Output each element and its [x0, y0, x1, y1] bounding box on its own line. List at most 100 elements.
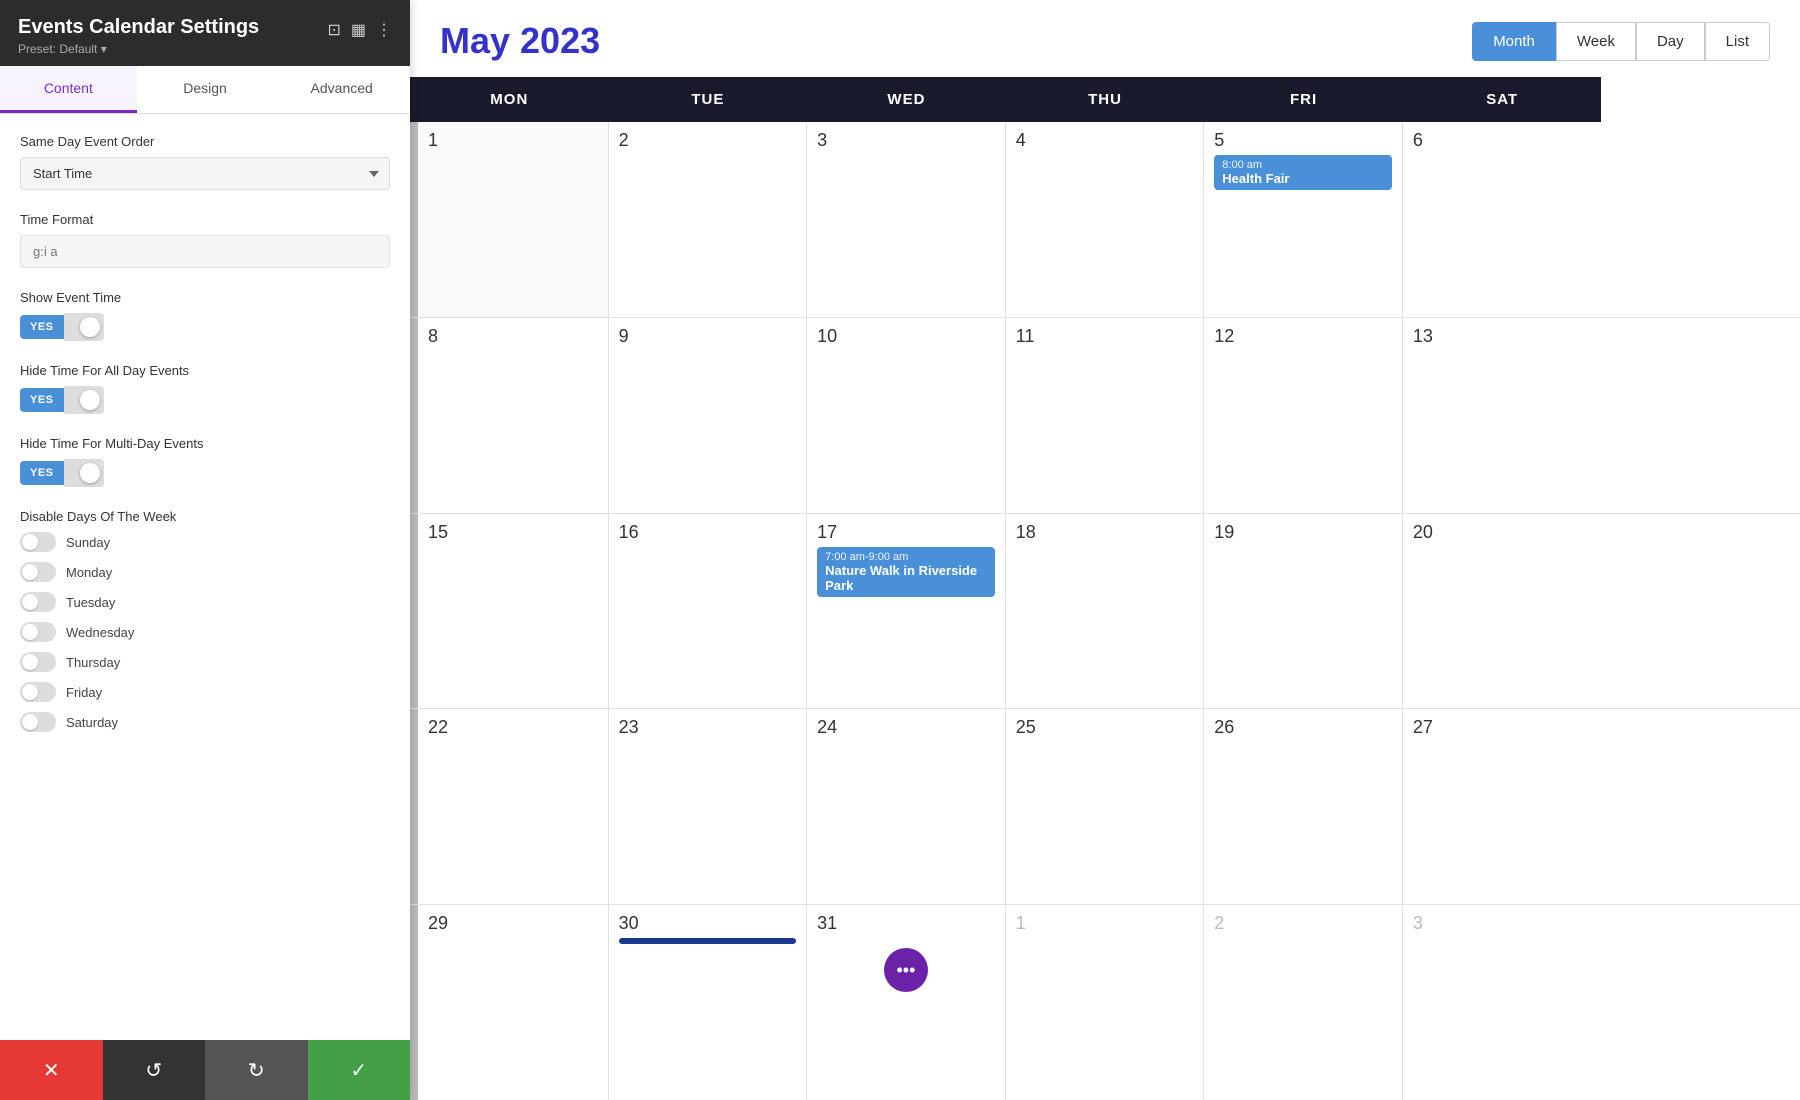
wednesday-checkbox[interactable]: [20, 622, 56, 642]
more-icon[interactable]: ⋮: [376, 20, 392, 40]
cal-cell-may26[interactable]: 26: [1204, 709, 1403, 904]
cal-cell-may16[interactable]: 16: [609, 514, 808, 709]
thursday-checkbox[interactable]: [20, 652, 56, 672]
toggle-knob-2: [80, 390, 100, 410]
hide-time-all-day-toggle[interactable]: YES: [20, 386, 390, 414]
grid-icon[interactable]: ▦: [351, 20, 366, 40]
same-day-select[interactable]: Start Time: [20, 157, 390, 190]
cal-cell-may18[interactable]: 18: [1006, 514, 1205, 709]
cal-cell-jun1[interactable]: 1: [1006, 905, 1205, 1100]
sunday-label: Sunday: [66, 535, 110, 550]
hide-time-multi-day-toggle[interactable]: YES: [20, 459, 390, 487]
sidebar-title: Events Calendar Settings: [18, 16, 259, 39]
date-jun2: 2: [1214, 913, 1392, 934]
may30-event[interactable]: [619, 938, 797, 944]
cal-cell-may5[interactable]: 5 8:00 am Health Fair: [1204, 122, 1403, 317]
monday-label: Monday: [66, 565, 112, 580]
tab-content[interactable]: Content: [0, 66, 137, 113]
cal-cell-may29[interactable]: 29: [410, 905, 609, 1100]
cal-cell-may24[interactable]: 24: [807, 709, 1006, 904]
toggle-switch[interactable]: [64, 313, 104, 341]
sidebar-tabs: Content Design Advanced: [0, 66, 410, 114]
date-3: 3: [817, 130, 995, 151]
cal-cell-may17[interactable]: 17 7:00 am-9:00 am Nature Walk in Rivers…: [807, 514, 1006, 709]
saturday-knob: [22, 714, 38, 730]
cal-cell-may23[interactable]: 23: [609, 709, 808, 904]
time-format-input[interactable]: [20, 235, 390, 268]
cal-cell-may31[interactable]: 31 •••: [807, 905, 1006, 1100]
sunday-checkbox[interactable]: [20, 532, 56, 552]
toggle-yes-btn[interactable]: YES: [20, 315, 64, 339]
health-fair-event[interactable]: 8:00 am Health Fair: [1214, 155, 1392, 190]
cal-cell-may4[interactable]: 4: [1006, 122, 1205, 317]
day-item-wednesday: Wednesday: [20, 622, 390, 642]
toggle-switch-3[interactable]: [64, 459, 104, 487]
toggle-yes-btn-3[interactable]: YES: [20, 461, 64, 485]
cal-cell-jun2[interactable]: 2: [1204, 905, 1403, 1100]
friday-checkbox[interactable]: [20, 682, 56, 702]
tuesday-label: Tuesday: [66, 595, 115, 610]
cal-cell-may9[interactable]: 9: [609, 318, 808, 513]
cal-cell-may6[interactable]: 6: [1403, 122, 1602, 317]
save-button[interactable]: ✓: [308, 1040, 411, 1100]
cal-cell-may1[interactable]: 1: [410, 122, 609, 317]
view-list-button[interactable]: List: [1705, 22, 1770, 61]
day-header-mon: MON: [410, 77, 609, 122]
more-dots-icon: •••: [896, 960, 915, 981]
redo-button[interactable]: ↻: [205, 1040, 308, 1100]
day-item-saturday: Saturday: [20, 712, 390, 732]
toggle-switch-2[interactable]: [64, 386, 104, 414]
cal-cell-may30[interactable]: 30: [609, 905, 808, 1100]
view-day-button[interactable]: Day: [1636, 22, 1705, 61]
nature-walk-name: Nature Walk in Riverside Park: [825, 563, 987, 593]
cal-cell-may15[interactable]: 15: [410, 514, 609, 709]
date-2: 2: [619, 130, 797, 151]
days-list: Sunday Monday Tuesday Wednesday Thursday: [20, 532, 390, 732]
show-event-time-toggle[interactable]: YES: [20, 313, 390, 341]
tab-design[interactable]: Design: [137, 66, 274, 113]
nature-walk-event[interactable]: 7:00 am-9:00 am Nature Walk in Riverside…: [817, 547, 995, 597]
calendar-row-5: 29 30 31 ••• 1: [410, 905, 1800, 1100]
sidebar-preset[interactable]: Preset: Default ▾: [18, 42, 259, 56]
tuesday-checkbox[interactable]: [20, 592, 56, 612]
cal-cell-jun3[interactable]: 3: [1403, 905, 1602, 1100]
monday-checkbox[interactable]: [20, 562, 56, 582]
more-events-button[interactable]: •••: [884, 948, 928, 992]
cal-cell-may2[interactable]: 2: [609, 122, 808, 317]
undo-button[interactable]: ↺: [103, 1040, 206, 1100]
cal-cell-may25[interactable]: 25: [1006, 709, 1205, 904]
cal-cell-may22[interactable]: 22: [410, 709, 609, 904]
cal-cell-may3[interactable]: 3: [807, 122, 1006, 317]
calendar-body: 1 2 3 4 5 8:00 am Health Fair: [410, 122, 1800, 1100]
cal-cell-may12[interactable]: 12: [1204, 318, 1403, 513]
time-format-label: Time Format: [20, 212, 390, 227]
calendar-title: May 2023: [440, 20, 600, 62]
toggle-yes-btn-2[interactable]: YES: [20, 388, 64, 412]
cal-cell-may20[interactable]: 20: [1403, 514, 1602, 709]
cal-cell-may11[interactable]: 11: [1006, 318, 1205, 513]
undo-icon: ↺: [145, 1058, 162, 1083]
cal-cell-may8[interactable]: 8: [410, 318, 609, 513]
cal-cell-may13[interactable]: 13: [1403, 318, 1602, 513]
date-16: 16: [619, 522, 797, 543]
day-header-tue: TUE: [609, 77, 808, 122]
view-week-button[interactable]: Week: [1556, 22, 1636, 61]
saturday-checkbox[interactable]: [20, 712, 56, 732]
date-1: 1: [428, 130, 598, 151]
calendar-row-3: 15 16 17 7:00 am-9:00 am Nature Walk in …: [410, 514, 1800, 710]
cal-cell-may10[interactable]: 10: [807, 318, 1006, 513]
cal-cell-may27[interactable]: 27: [1403, 709, 1602, 904]
day-item-tuesday: Tuesday: [20, 592, 390, 612]
tab-advanced[interactable]: Advanced: [273, 66, 410, 113]
toggle-knob: [80, 317, 100, 337]
cal-cell-may19[interactable]: 19: [1204, 514, 1403, 709]
monday-knob: [22, 564, 38, 580]
cancel-button[interactable]: ✕: [0, 1040, 103, 1100]
resize-icon[interactable]: ⊡: [327, 20, 340, 40]
disable-days-label: Disable Days Of The Week: [20, 509, 390, 524]
view-month-button[interactable]: Month: [1472, 22, 1556, 61]
date-23: 23: [619, 717, 797, 738]
show-event-time-field: Show Event Time YES: [20, 290, 390, 341]
day-header-wed: WED: [807, 77, 1006, 122]
hide-time-all-day-label: Hide Time For All Day Events: [20, 363, 390, 378]
